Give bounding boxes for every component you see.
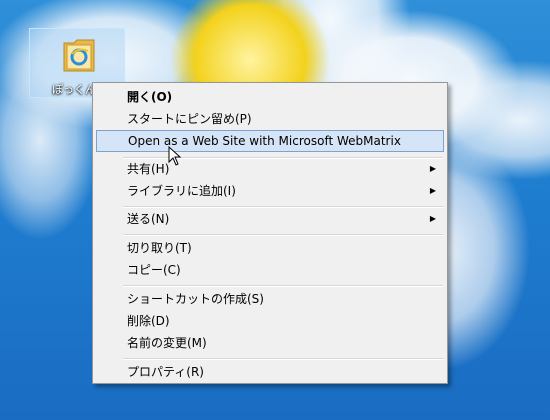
menu-item-add-library-label: ライブラリに追加(I) [127,184,236,198]
menu-item-send-to[interactable]: 送る(N) ▶ [96,208,444,230]
menu-item-send-to-label: 送る(N) [127,212,170,226]
menu-item-share-label: 共有(H) [127,162,170,176]
menu-separator [123,358,443,360]
menu-item-rename[interactable]: 名前の変更(M) [96,332,444,354]
menu-item-create-shortcut[interactable]: ショートカットの作成(S) [96,288,444,310]
menu-item-open-webmatrix[interactable]: Open as a Web Site with Microsoft WebMat… [96,130,444,152]
menu-item-open[interactable]: 開く(O) [96,86,444,108]
folder-with-ie-icon [63,39,95,72]
menu-item-properties[interactable]: プロパティ(R) [96,361,444,383]
menu-item-copy[interactable]: コピー(C) [96,259,444,281]
menu-separator [123,285,443,287]
menu-separator [123,234,443,236]
chevron-right-icon: ▶ [429,214,436,223]
menu-item-share[interactable]: 共有(H) ▶ [96,158,444,180]
menu-item-add-library[interactable]: ライブラリに追加(I) ▶ [96,180,444,202]
menu-item-delete[interactable]: 削除(D) [96,310,444,332]
context-menu: 開く(O) スタートにピン留め(P) Open as a Web Site wi… [92,82,448,384]
arrow-cursor-icon [168,146,182,166]
menu-item-pin-start[interactable]: スタートにピン留め(P) [96,108,444,130]
chevron-right-icon: ▶ [429,186,436,195]
menu-item-cut[interactable]: 切り取り(T) [96,237,444,259]
chevron-right-icon: ▶ [429,164,436,173]
